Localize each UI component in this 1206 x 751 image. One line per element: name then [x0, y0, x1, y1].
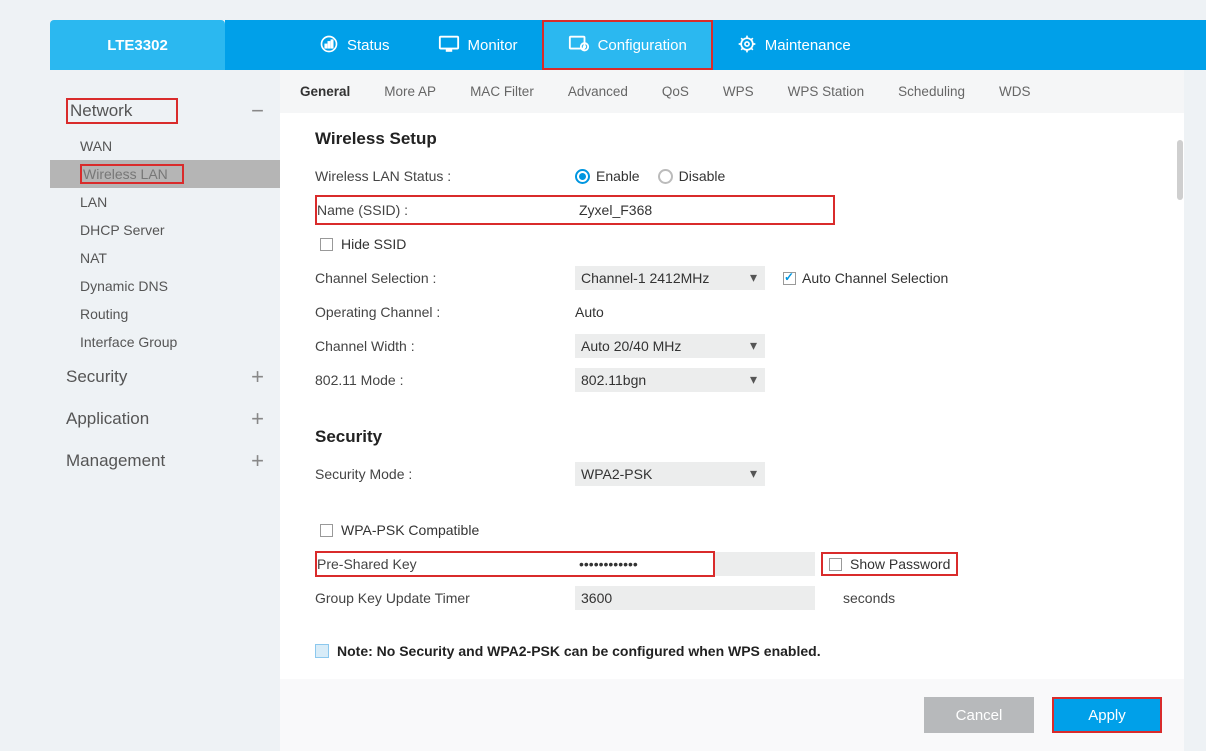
scrollbar-thumb[interactable]: [1177, 140, 1183, 200]
topnav-label: Configuration: [598, 37, 687, 54]
ssid-label: Name (SSID) :: [317, 202, 577, 218]
subtab-wds[interactable]: WDS: [999, 84, 1031, 99]
subtab-general[interactable]: General: [300, 84, 350, 99]
side-group-network: Network − WAN Wireless LAN LAN DHCP Serv…: [50, 90, 280, 356]
top-bar: LTE3302 Status Monitor Configurati: [0, 20, 1206, 70]
auto-channel-checkbox[interactable]: Auto Channel Selection: [783, 270, 948, 286]
ssid-input[interactable]: [577, 199, 817, 221]
topnav-item-status[interactable]: Status: [295, 20, 414, 70]
minus-icon: −: [251, 98, 264, 124]
checkbox-icon: [320, 524, 333, 537]
brand-label: LTE3302: [107, 37, 168, 54]
security-mode-label: Security Mode :: [315, 466, 575, 482]
operating-channel-label: Operating Channel :: [315, 304, 575, 320]
side-group-title: Application: [66, 409, 149, 429]
content-area: Wireless Setup Wireless LAN Status : Ena…: [280, 113, 1184, 679]
plus-icon: +: [251, 448, 264, 474]
status-icon: [319, 34, 339, 57]
channel-selection-select[interactable]: [575, 266, 765, 290]
wlan-status-disable-radio[interactable]: Disable: [658, 168, 726, 184]
mode-label: 802.11 Mode :: [315, 372, 575, 388]
side-group-title: Security: [66, 367, 127, 387]
side-group-application: Application +: [50, 398, 280, 440]
operating-channel-value: Auto: [575, 304, 604, 320]
topnav-label: Monitor: [468, 37, 518, 54]
hide-ssid-checkbox[interactable]: Hide SSID: [320, 236, 406, 252]
main-panel: General More AP MAC Filter Advanced QoS …: [280, 70, 1184, 751]
channel-selection-label: Channel Selection :: [315, 270, 575, 286]
subtab-bar: General More AP MAC Filter Advanced QoS …: [280, 70, 1184, 113]
topnav-item-configuration[interactable]: Configuration: [542, 20, 713, 70]
topnav-item-maintenance[interactable]: Maintenance: [713, 20, 875, 70]
gear-icon: [737, 34, 757, 57]
psk-input[interactable]: [577, 553, 707, 575]
monitor-icon: [438, 34, 460, 57]
topnav-label: Status: [347, 37, 390, 54]
subtab-qos[interactable]: QoS: [662, 84, 689, 99]
channel-width-select[interactable]: [575, 334, 765, 358]
security-mode-select[interactable]: [575, 462, 765, 486]
note-icon: [315, 644, 329, 658]
sidebar-item-dynamic-dns[interactable]: Dynamic DNS: [50, 272, 280, 300]
wlan-status-label: Wireless LAN Status :: [315, 168, 575, 184]
side-group-management: Management +: [50, 440, 280, 482]
side-group-title: Management: [66, 451, 165, 471]
subtab-wps[interactable]: WPS: [723, 84, 754, 99]
sidebar-item-dhcp-server[interactable]: DHCP Server: [50, 216, 280, 244]
sidebar-item-lan[interactable]: LAN: [50, 188, 280, 216]
channel-width-label: Channel Width :: [315, 338, 575, 354]
side-group-header-security[interactable]: Security +: [50, 356, 280, 398]
side-group-header-application[interactable]: Application +: [50, 398, 280, 440]
side-group-header-network[interactable]: Network −: [50, 90, 280, 132]
wireless-setup-title: Wireless Setup: [315, 129, 1149, 149]
radio-on-icon: [575, 169, 590, 184]
subtab-scheduling[interactable]: Scheduling: [898, 84, 965, 99]
show-password-checkbox[interactable]: Show Password: [821, 552, 958, 576]
topnav-item-monitor[interactable]: Monitor: [414, 20, 542, 70]
plus-icon: +: [251, 364, 264, 390]
gku-label: Group Key Update Timer: [315, 590, 575, 606]
note-text: Note: No Security and WPA2-PSK can be co…: [337, 643, 821, 659]
psk-label: Pre-Shared Key: [317, 556, 577, 572]
gku-input[interactable]: [575, 586, 815, 610]
sidebar-item-interface-group[interactable]: Interface Group: [50, 328, 280, 356]
apply-button[interactable]: Apply: [1052, 697, 1162, 733]
sidebar-item-wan[interactable]: WAN: [50, 132, 280, 160]
subtab-mac-filter[interactable]: MAC Filter: [470, 84, 534, 99]
side-group-header-management[interactable]: Management +: [50, 440, 280, 482]
subtab-advanced[interactable]: Advanced: [568, 84, 628, 99]
plus-icon: +: [251, 406, 264, 432]
wpa-psk-compatible-checkbox[interactable]: WPA-PSK Compatible: [320, 522, 479, 538]
note-row: Note: No Security and WPA2-PSK can be co…: [315, 643, 1149, 659]
footer-bar: Cancel Apply: [280, 679, 1184, 751]
configuration-icon: [568, 34, 590, 57]
side-group-title: Network: [66, 98, 178, 124]
checkbox-icon: [829, 558, 842, 571]
subtab-wps-station[interactable]: WPS Station: [788, 84, 865, 99]
sidebar: Network − WAN Wireless LAN LAN DHCP Serv…: [0, 70, 280, 751]
sidebar-item-nat[interactable]: NAT: [50, 244, 280, 272]
subtab-more-ap[interactable]: More AP: [384, 84, 436, 99]
wlan-status-enable-radio[interactable]: Enable: [575, 168, 640, 184]
cancel-button[interactable]: Cancel: [924, 697, 1034, 733]
side-group-security: Security +: [50, 356, 280, 398]
security-title: Security: [315, 427, 1149, 447]
mode-select[interactable]: [575, 368, 765, 392]
checkbox-icon: [783, 272, 796, 285]
checkbox-icon: [320, 238, 333, 251]
sidebar-item-routing[interactable]: Routing: [50, 300, 280, 328]
sidebar-item-wireless-lan[interactable]: Wireless LAN: [50, 160, 280, 188]
gku-unit: seconds: [843, 590, 895, 606]
topnav-label: Maintenance: [765, 37, 851, 54]
top-nav: Status Monitor Configuration Maintenance: [225, 20, 1206, 70]
brand-tab: LTE3302: [50, 20, 225, 70]
radio-off-icon: [658, 169, 673, 184]
